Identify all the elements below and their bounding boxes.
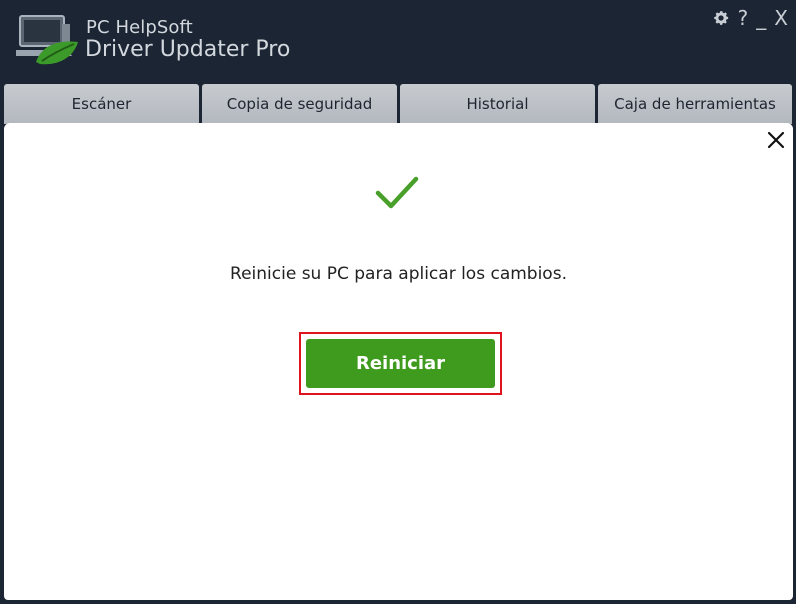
tab-caja-de-herramientas[interactable]: Caja de herramientas <box>598 84 792 124</box>
minimize-button[interactable]: _ <box>756 6 766 30</box>
restart-button[interactable]: Reiniciar <box>306 339 495 388</box>
gear-icon <box>713 11 728 25</box>
help-button[interactable]: ? <box>738 6 749 30</box>
close-window-button[interactable]: X <box>774 6 788 30</box>
close-icon <box>767 131 785 149</box>
app-window: PC HelpSoft Driver Updater Pro ? _ X Esc… <box>0 0 796 604</box>
product-name: Driver Updater Pro <box>85 37 291 62</box>
tab-bar: Escáner Copia de seguridad Historial Caj… <box>4 84 794 124</box>
restart-message: Reinicie su PC para aplicar los cambios. <box>230 264 567 284</box>
restart-dialog: Reinicie su PC para aplicar los cambios.… <box>4 123 793 600</box>
highlight-frame: Reiniciar <box>299 332 502 395</box>
laptop-leaf-logo-icon <box>14 14 80 68</box>
settings-button[interactable] <box>712 9 730 27</box>
dialog-close-button[interactable] <box>765 129 787 151</box>
tab-historial[interactable]: Historial <box>400 84 595 124</box>
window-controls: ? _ X <box>712 6 788 30</box>
title-bar: PC HelpSoft Driver Updater Pro ? _ X <box>0 0 796 84</box>
brand-name: PC HelpSoft <box>86 17 193 38</box>
tab-copia-de-seguridad[interactable]: Copia de seguridad <box>202 84 397 124</box>
tab-escaner[interactable]: Escáner <box>4 84 199 124</box>
checkmark-icon <box>372 173 422 213</box>
